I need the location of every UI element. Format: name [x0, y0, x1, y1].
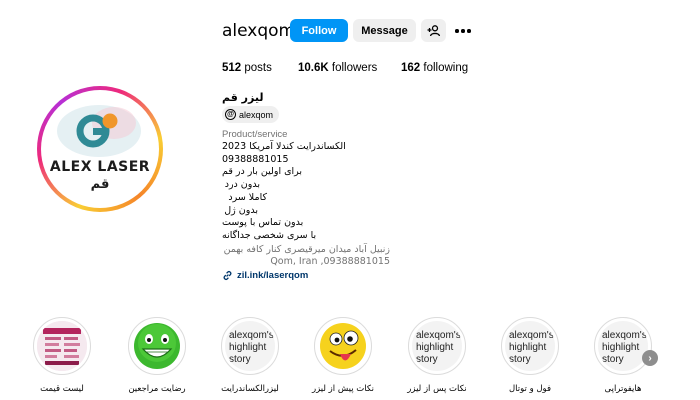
more-icon [455, 29, 459, 33]
avatar: ALEX LASER قم [44, 93, 156, 205]
threads-icon: @ [225, 109, 236, 120]
suggested-users-button[interactable] [421, 19, 446, 42]
highlight-item[interactable]: نکات پیش از لیزر [303, 317, 383, 394]
profile-avatar-ring[interactable]: ALEX LASER قم [37, 86, 163, 212]
highlight-cover-text: alexqom's highlight story [229, 330, 274, 365]
highlight-cover [318, 321, 368, 371]
bio-link-text: zil.ink/laserqom [237, 270, 309, 281]
bio-line: بدون تماس با پوست [222, 217, 304, 229]
business-address[interactable]: زنبیل آباد میدان میرقیصری کنار کافه بهمن… [222, 244, 390, 267]
highlight-label: نکات پس از لیزر [407, 384, 467, 394]
highlight-item[interactable]: رضایت مراجعین [117, 317, 197, 394]
bio-line: الکساندرایت کندلا آمریکا 2023 [222, 141, 346, 152]
highlight-cover-ring: alexqom's highlight story [221, 317, 279, 375]
link-icon [223, 271, 232, 280]
highlight-item[interactable]: alexqom's highlight story فول و توتال [490, 317, 570, 394]
highlight-cover-ring: alexqom's highlight story [408, 317, 466, 375]
highlight-cover: alexqom's highlight story [598, 321, 648, 371]
bio-line: بدون درد [224, 179, 260, 191]
threads-handle: alexqom [239, 109, 274, 120]
bio-line: برای اولین بار در قم [222, 166, 303, 178]
highlight-cover-text: alexqom's highlight story [509, 330, 554, 365]
highlight-cover-text: alexqom's highlight story [416, 330, 461, 365]
following-stat[interactable]: 162 following [401, 62, 468, 74]
bio-link[interactable]: zil.ink/laserqom [222, 270, 308, 281]
more-options-button[interactable] [454, 22, 472, 40]
avatar-frame: ALEX LASER قم [41, 90, 159, 208]
green-grin-emoji-icon [134, 323, 180, 369]
bio-line: با سری شخصی جداگانه [222, 229, 317, 241]
profile-category: Product/service [222, 129, 288, 140]
highlight-cover: alexqom's highlight story [505, 321, 555, 371]
highlights-next-button[interactable]: › [642, 350, 658, 366]
chevron-right-icon: › [648, 352, 652, 364]
highlight-cover [37, 321, 87, 371]
highlight-cover-ring [33, 317, 91, 375]
highlight-label: رضایت مراجعین [128, 384, 186, 394]
highlight-cover [132, 321, 182, 371]
bio-line: 09388881015 [222, 153, 289, 165]
bio-line: کاملا سرد [228, 191, 267, 203]
profile-display-name: لیزر قم [222, 91, 264, 104]
highlight-cover-text: alexqom's highlight story [602, 330, 647, 365]
person-plus-icon [427, 24, 440, 36]
highlight-cover-ring: alexqom's highlight story [594, 317, 652, 375]
follow-button[interactable]: Follow [290, 19, 348, 42]
highlight-label: لیست قیمت [40, 384, 84, 394]
followers-stat[interactable]: 10.6K followers [298, 62, 377, 74]
highlight-item[interactable]: alexqom's highlight story نکات پس از لیز… [397, 317, 477, 394]
profile-username: alexqom [222, 21, 296, 41]
highlight-cover-ring: alexqom's highlight story [501, 317, 559, 375]
avatar-brand-text: ALEX LASER [49, 159, 151, 175]
price-list-thumbnail-icon [37, 321, 87, 371]
message-button[interactable]: Message [353, 19, 416, 42]
address-line: Qom, Iran ,09388881015 [270, 255, 390, 267]
posts-stat: 512 posts [222, 62, 272, 74]
highlight-cover-ring [128, 317, 186, 375]
highlight-label: لیزرالکساندرایت [221, 384, 279, 394]
highlight-label: هایفوتراپی [604, 384, 642, 394]
highlight-item[interactable]: alexqom's highlight story لیزرالکساندرایت [210, 317, 290, 394]
threads-badge[interactable]: @ alexqom [222, 106, 280, 123]
tongue-out-emoji-icon [320, 323, 366, 369]
highlight-item[interactable]: لیست قیمت [22, 317, 102, 394]
highlight-label: فول و توتال [508, 384, 552, 394]
bio-line: بدون ژل [224, 204, 258, 216]
highlight-cover-ring [314, 317, 372, 375]
avatar-brand-subtext: قم [90, 177, 110, 192]
highlight-cover: alexqom's highlight story [225, 321, 275, 371]
bio-text: الکساندرایت کندلا آمریکا 2023 0938888101… [222, 141, 346, 243]
highlight-label: نکات پیش از لیزر [312, 384, 374, 394]
highlight-cover: alexqom's highlight story [412, 321, 462, 371]
address-line: زنبیل آباد میدان میرقیصری کنار کافه بهمن [223, 244, 390, 255]
